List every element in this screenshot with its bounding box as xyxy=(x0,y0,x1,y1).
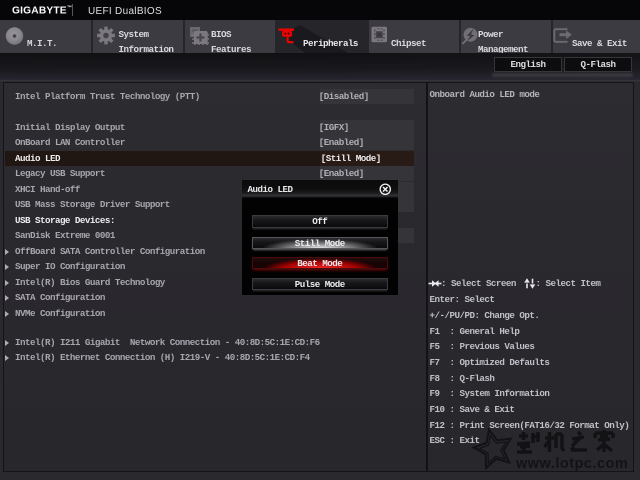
svg-text:www.lotpc.com: www.lotpc.com xyxy=(515,456,628,472)
